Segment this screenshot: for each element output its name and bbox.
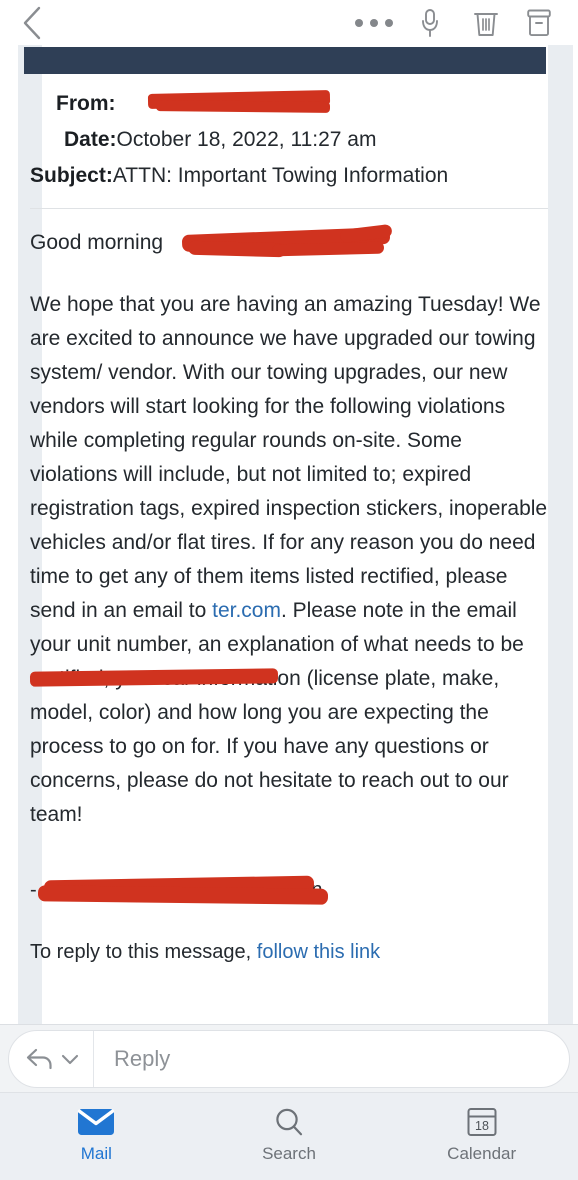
calendar-day-number: 18 bbox=[475, 1119, 489, 1133]
email-header-band bbox=[24, 47, 546, 74]
search-magnifier-icon bbox=[272, 1105, 306, 1139]
chevron-down-icon[interactable] bbox=[59, 1048, 81, 1070]
tab-search[interactable]: Search bbox=[193, 1101, 386, 1162]
microphone-button[interactable] bbox=[402, 3, 458, 43]
tab-calendar[interactable]: 18 Calendar bbox=[385, 1101, 578, 1162]
body-block: We hope that you are having an amazing T… bbox=[0, 288, 578, 832]
email-page: From: Date:October 18, 2022, 11:27 am Su… bbox=[0, 45, 578, 1024]
email-reader-screen: From: Date:October 18, 2022, 11:27 am Su… bbox=[0, 0, 578, 1180]
email-header-fields: From: Date:October 18, 2022, 11:27 am Su… bbox=[0, 74, 578, 194]
tab-mail-label: Mail bbox=[80, 1144, 112, 1163]
archive-icon bbox=[527, 9, 551, 36]
calendar-icon: 18 bbox=[466, 1105, 498, 1139]
subject-label: Subject: bbox=[30, 164, 113, 187]
body-text-part-1: We hope that you are having an amazing T… bbox=[30, 293, 548, 622]
reply-prompt-label: To reply to this message, bbox=[30, 941, 257, 963]
redaction-mark-from-2 bbox=[155, 100, 331, 113]
redaction-mark-from bbox=[147, 90, 331, 109]
subject-value: ATTN: Important Towing Information bbox=[112, 164, 449, 187]
email-date-row: Date:October 18, 2022, 11:27 am bbox=[30, 122, 548, 158]
archive-button[interactable] bbox=[514, 3, 564, 43]
more-horizontal-icon bbox=[355, 18, 393, 27]
reply-arrow-icon[interactable] bbox=[25, 1046, 55, 1072]
chevron-left-icon bbox=[23, 6, 41, 39]
reply-bar-container bbox=[0, 1024, 578, 1092]
reply-prompt-block: To reply to this message, follow this li… bbox=[0, 938, 578, 966]
delete-button[interactable] bbox=[458, 3, 514, 43]
reply-actions-group[interactable] bbox=[9, 1030, 94, 1087]
reply-input[interactable] bbox=[94, 1030, 569, 1087]
tab-search-label: Search bbox=[262, 1144, 316, 1163]
tab-calendar-label: Calendar bbox=[447, 1144, 517, 1163]
email-body: From: Date:October 18, 2022, 11:27 am Su… bbox=[0, 74, 578, 966]
mail-envelope-icon bbox=[77, 1105, 115, 1139]
more-options-button[interactable] bbox=[346, 3, 402, 43]
date-label: Date: bbox=[64, 128, 117, 151]
follow-this-link[interactable]: follow this link bbox=[257, 941, 380, 963]
greeting-text: Good morning bbox=[30, 231, 164, 254]
body-paragraph: We hope that you are having an amazing T… bbox=[30, 288, 548, 832]
microphone-icon bbox=[422, 8, 438, 37]
reply-bar[interactable] bbox=[8, 1029, 570, 1088]
top-toolbar bbox=[0, 0, 578, 45]
signature-text: - rn bbox=[30, 876, 548, 904]
date-value: October 18, 2022, 11:27 am bbox=[116, 128, 377, 151]
signature-prefix: - bbox=[30, 879, 37, 901]
from-label: From: bbox=[56, 92, 116, 115]
signature-block: - rn bbox=[0, 875, 578, 905]
email-content-scrollview[interactable]: From: Date:October 18, 2022, 11:27 am Su… bbox=[0, 45, 578, 1024]
tab-mail[interactable]: Mail bbox=[0, 1101, 193, 1162]
reply-prompt-text: To reply to this message, follow this li… bbox=[30, 938, 548, 966]
back-button[interactable] bbox=[12, 3, 52, 43]
bottom-tab-bar: Mail Search 18 Calendar bbox=[0, 1092, 578, 1180]
contact-email-link[interactable]: ter.com bbox=[212, 599, 281, 622]
body-text-part-2: . Please note in the email your unit num… bbox=[30, 599, 524, 826]
signature-tail: rn bbox=[304, 879, 323, 901]
trash-icon bbox=[474, 12, 498, 36]
email-subject-row: Subject:ATTN: Important Towing Informati… bbox=[30, 158, 548, 194]
email-from-row: From: bbox=[30, 86, 548, 122]
greeting-block: Good morning bbox=[0, 209, 578, 258]
